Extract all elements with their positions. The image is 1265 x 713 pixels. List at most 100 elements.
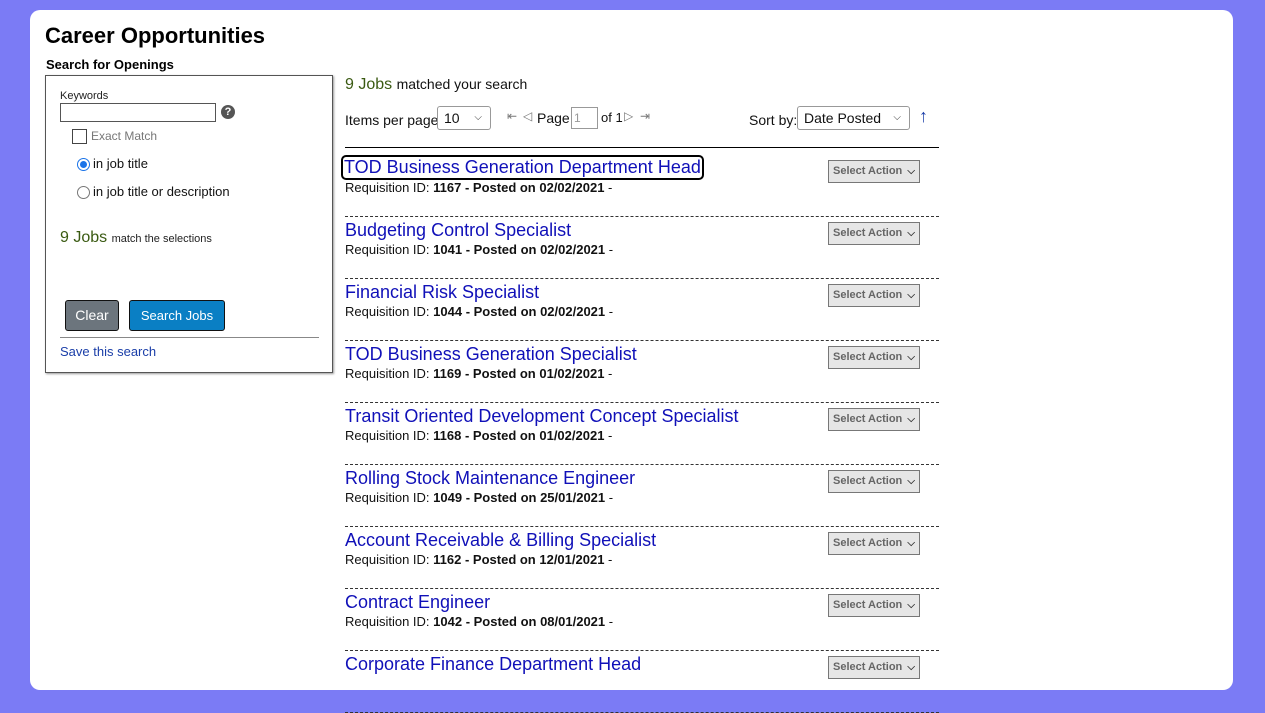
job-title-link[interactable]: Account Receivable & Billing Specialist (345, 530, 656, 551)
meta-tail: - (604, 428, 613, 443)
req-id: 1167 (433, 180, 462, 195)
req-label: Requisition ID: (345, 614, 434, 629)
next-page-icon[interactable]: ▷ (624, 109, 633, 123)
selection-count: 9 Jobs match the selections (60, 229, 212, 247)
select-action-label: Select Action (833, 289, 903, 301)
meta-tail: - (605, 490, 614, 505)
exact-match-label: Exact Match (91, 129, 158, 143)
select-action-button[interactable]: Select Action ⌵ (828, 346, 920, 369)
job-title-link[interactable]: Transit Oriented Development Concept Spe… (345, 406, 739, 427)
job-meta: Requisition ID: 1041 - Posted on 02/02/2… (345, 242, 613, 257)
job-meta: Requisition ID: 1168 - Posted on 01/02/2… (345, 428, 612, 443)
chevron-down-icon: ⌵ (893, 112, 901, 123)
main-card: Career Opportunities Search for Openings… (30, 10, 1233, 713)
page-total-label: of 1 (601, 110, 623, 125)
job-title-link[interactable]: Financial Risk Specialist (345, 282, 539, 303)
meta-tail: - (604, 552, 613, 567)
radio-in-job-title[interactable] (77, 158, 90, 171)
job-title-link[interactable]: Budgeting Control Specialist (345, 220, 571, 241)
select-action-button[interactable]: Select Action ⌵ (828, 408, 920, 431)
job-title-link[interactable]: Rolling Stock Maintenance Engineer (345, 468, 635, 489)
save-search-link[interactable]: Save this search (60, 344, 156, 359)
exact-match-checkbox[interactable] (72, 129, 87, 144)
posted-date: - Posted on 25/01/2021 (462, 490, 606, 505)
first-page-icon[interactable]: ⇤ (507, 109, 517, 123)
clear-button[interactable]: Clear (65, 300, 119, 331)
radio-in-job-title-or-description-label: in job title or description (93, 184, 230, 199)
keywords-input[interactable] (60, 103, 216, 122)
select-action-button[interactable]: Select Action ⌵ (828, 594, 920, 617)
results-divider (345, 147, 939, 148)
meta-tail: - (605, 242, 614, 257)
job-title-link[interactable]: Contract Engineer (345, 592, 490, 613)
job-meta: Requisition ID: 1169 - Posted on 01/02/2… (345, 366, 612, 381)
previous-page-icon[interactable]: ◁ (523, 109, 532, 123)
help-icon[interactable]: ? (221, 105, 235, 119)
job-meta: Requisition ID: 1042 - Posted on 08/01/2… (345, 614, 613, 629)
select-action-label: Select Action (833, 537, 903, 549)
req-label: Requisition ID: (345, 366, 434, 381)
last-page-icon[interactable]: ⇥ (640, 109, 650, 123)
job-title-link[interactable]: TOD Business Generation Specialist (345, 344, 637, 365)
posted-date: - Posted on 01/02/2021 (461, 428, 605, 443)
select-action-label: Select Action (833, 599, 903, 611)
req-id: 1049 (433, 490, 463, 505)
select-action-button[interactable]: Select Action ⌵ (828, 656, 920, 679)
select-action-button[interactable]: Select Action ⌵ (828, 470, 920, 493)
chevron-down-icon: ⌵ (907, 414, 915, 425)
chevron-down-icon: ⌵ (907, 662, 915, 673)
page-label: Page (537, 110, 570, 126)
job-item: Budgeting Control Specialist Requisition… (345, 217, 939, 279)
meta-tail: - (604, 366, 613, 381)
select-action-label: Select Action (833, 475, 903, 487)
keywords-label: Keywords (60, 90, 109, 102)
page-number-input[interactable] (571, 107, 598, 129)
job-item: Financial Risk Specialist Requisition ID… (345, 279, 939, 341)
search-jobs-button[interactable]: Search Jobs (129, 300, 225, 331)
chevron-down-icon: ⌵ (907, 228, 915, 239)
posted-date: - Posted on 12/01/2021 (461, 552, 605, 567)
items-per-page-label: Items per page (345, 112, 439, 128)
select-action-label: Select Action (833, 227, 903, 239)
items-per-page-value: 10 (444, 110, 460, 126)
select-action-button[interactable]: Select Action ⌵ (828, 160, 920, 183)
job-item: TOD Business Generation Department Head … (341, 155, 939, 217)
sort-by-select[interactable]: Date Posted ⌵ (797, 106, 910, 130)
chevron-down-icon: ⌵ (907, 166, 915, 177)
job-item: Account Receivable & Billing Specialist … (345, 527, 939, 589)
sort-by-label: Sort by: (749, 112, 798, 128)
job-meta: Requisition ID: 1049 - Posted on 25/01/2… (345, 490, 613, 505)
meta-tail: - (604, 180, 613, 195)
arrow-up-icon[interactable]: ↑ (919, 106, 928, 127)
results-count: 9 Jobs (345, 76, 393, 93)
job-item: TOD Business Generation Specialist Requi… (345, 341, 939, 403)
req-label: Requisition ID: (345, 180, 434, 195)
req-label: Requisition ID: (345, 552, 434, 567)
select-action-button[interactable]: Select Action ⌵ (828, 284, 920, 307)
select-action-button[interactable]: Select Action ⌵ (828, 222, 920, 245)
select-action-label: Select Action (833, 351, 903, 363)
results-summary: 9 Jobs matched your search (345, 76, 527, 94)
req-id: 1044 (433, 304, 463, 319)
job-title-link[interactable]: Corporate Finance Department Head (345, 654, 641, 675)
meta-tail: - (605, 304, 614, 319)
req-label: Requisition ID: (345, 428, 434, 443)
sort-by-value: Date Posted (804, 110, 882, 126)
req-label: Requisition ID: (345, 490, 434, 505)
select-action-button[interactable]: Select Action ⌵ (828, 532, 920, 555)
req-label: Requisition ID: (345, 304, 434, 319)
job-title-link[interactable]: TOD Business Generation Department Head (341, 155, 704, 180)
chevron-down-icon: ⌵ (907, 538, 915, 549)
items-per-page-select[interactable]: 10 ⌵ (437, 106, 491, 130)
req-label: Requisition ID: (345, 242, 434, 257)
req-id: 1041 (433, 242, 463, 257)
radio-in-job-title-or-description[interactable] (77, 186, 90, 199)
results-count-text: matched your search (396, 76, 528, 92)
radio-in-job-title-label: in job title (93, 156, 148, 171)
chevron-down-icon: ⌵ (907, 290, 915, 301)
job-item: Rolling Stock Maintenance Engineer Requi… (345, 465, 939, 527)
chevron-down-icon: ⌵ (907, 476, 915, 487)
req-id: 1168 (433, 428, 462, 443)
job-item: Contract Engineer Requisition ID: 1042 -… (345, 589, 939, 651)
posted-date: - Posted on 01/02/2021 (461, 366, 605, 381)
